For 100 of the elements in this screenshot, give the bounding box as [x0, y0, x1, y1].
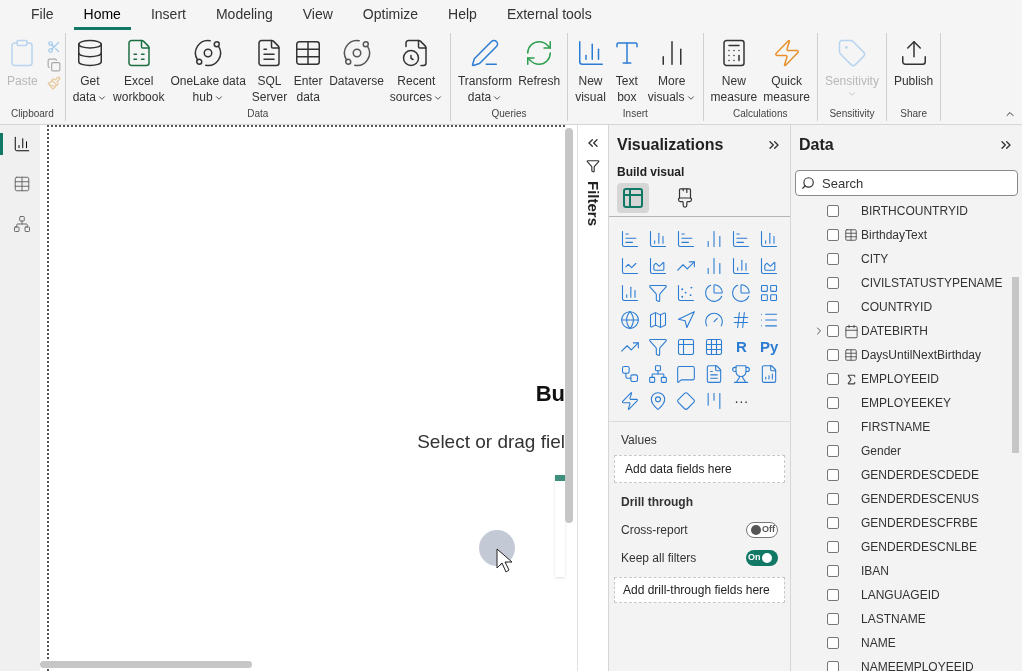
field-checkbox[interactable] — [827, 589, 839, 601]
menu-tab[interactable]: Optimize — [352, 0, 429, 30]
ribbon-button[interactable]: Text box — [608, 38, 645, 105]
ribbon-button[interactable]: Quick measure — [760, 38, 813, 105]
field-checkbox[interactable] — [827, 565, 839, 577]
field-name[interactable]: BIRTHCOUNTRYID — [861, 202, 968, 220]
field-checkbox[interactable] — [827, 445, 839, 457]
field-name[interactable]: COUNTRYID — [861, 298, 933, 316]
field-checkbox[interactable] — [827, 397, 839, 409]
ribbon-button[interactable]: SQL Server — [248, 38, 291, 105]
field-name[interactable]: LANGUAGEID — [861, 586, 940, 604]
field-name[interactable]: CITY — [861, 250, 889, 268]
ribbon-button[interactable]: Transform data — [454, 38, 516, 105]
ribbon-button[interactable]: OneLake data hub — [167, 38, 249, 105]
visual-type-button[interactable]: Py — [755, 335, 784, 359]
field-name[interactable]: IBAN — [861, 562, 889, 580]
filter-icon — [647, 337, 668, 357]
line-chart-icon — [620, 256, 640, 276]
ribbon-button[interactable]: Recent sources — [386, 38, 446, 105]
toggle-switch[interactable]: On — [746, 550, 778, 566]
menu-tab[interactable]: Modeling — [205, 0, 283, 30]
copy-icon[interactable] — [46, 58, 61, 72]
model-icon — [12, 215, 31, 233]
grid-icon — [759, 283, 780, 303]
field-name[interactable]: GENDERDESCDEDE — [861, 466, 980, 484]
field-name[interactable]: GENDERDESCFRBE — [861, 514, 978, 532]
field-checkbox[interactable] — [827, 205, 839, 217]
field-name[interactable]: EMPLOYEEKEY — [861, 394, 952, 412]
vertical-scrollbar[interactable] — [1012, 277, 1019, 453]
ribbon-button[interactable]: More visuals — [644, 38, 699, 105]
menu-tab[interactable]: Help — [438, 0, 487, 30]
field-checkbox[interactable] — [827, 349, 839, 361]
group-label: Sensitivity — [828, 107, 876, 121]
group-label: Share — [899, 107, 928, 121]
calculated-column-icon — [844, 348, 858, 362]
field-name[interactable]: GENDERDESCENUS — [861, 490, 980, 508]
ribbon-button[interactable]: Excel workbook — [110, 38, 168, 105]
column-chart-icon — [647, 229, 668, 249]
column-chart-icon — [620, 283, 640, 303]
field-checkbox[interactable] — [827, 421, 839, 433]
field-checkbox[interactable] — [827, 517, 839, 529]
field-checkbox[interactable] — [827, 541, 839, 553]
field-checkbox[interactable] — [827, 493, 839, 505]
more-button[interactable]: ··· — [727, 389, 756, 413]
field-name[interactable]: BirthdayText — [861, 226, 928, 244]
funnel-icon — [647, 283, 668, 303]
group-label: Clipboard — [9, 107, 55, 121]
drop-field[interactable]: Add data fields here — [614, 455, 785, 483]
ribbon-button[interactable]: Publish — [890, 38, 937, 89]
visual-type-button[interactable]: R — [727, 335, 756, 359]
table-icon — [12, 175, 31, 193]
filter-icon[interactable] — [586, 159, 600, 173]
field-checkbox[interactable] — [827, 229, 839, 241]
section-label: Build visual — [616, 164, 686, 181]
menu-tab[interactable]: File — [21, 0, 64, 30]
field-checkbox[interactable] — [827, 469, 839, 481]
field-name[interactable]: GENDERDESCNLBE — [861, 538, 978, 556]
field-checkbox[interactable] — [827, 325, 839, 337]
navigation-icon — [675, 310, 696, 330]
toggle-switch[interactable]: Off — [746, 522, 778, 538]
field-checkbox[interactable] — [827, 301, 839, 313]
field-name[interactable]: EMPLOYEEID — [861, 370, 940, 388]
ribbon-button[interactable]: New measure — [707, 38, 761, 105]
pane-title: Data — [799, 135, 834, 155]
horizontal-scrollbar[interactable] — [40, 661, 252, 668]
field-name[interactable]: CIVILSTATUSTYPENAME — [861, 274, 1003, 292]
menu-tab[interactable]: View — [292, 0, 343, 30]
calendar-icon — [843, 323, 859, 339]
field-name[interactable]: NAMEEMPLOYEEID — [861, 658, 974, 671]
menu-tab[interactable]: Insert — [140, 0, 196, 30]
menu-tab[interactable]: External tools — [496, 0, 602, 30]
field-checkbox[interactable] — [827, 661, 839, 671]
chart-icon — [12, 135, 31, 153]
area-chart-icon — [647, 256, 668, 276]
field-name[interactable]: Gender — [861, 442, 902, 460]
drop-field[interactable]: Add drill-through fields here — [614, 577, 785, 603]
field-name[interactable]: NAME — [861, 634, 896, 652]
ribbon-button[interactable]: New visual — [572, 38, 609, 105]
field-checkbox[interactable] — [827, 253, 839, 265]
group-label: Queries — [490, 107, 528, 121]
filters-pane-tab[interactable]: Filters — [581, 181, 605, 226]
well-label: Values — [620, 432, 658, 449]
field-name[interactable]: FIRSTNAME — [861, 418, 931, 436]
search-field[interactable]: Search — [795, 170, 1018, 196]
vertical-scrollbar[interactable] — [565, 128, 573, 523]
ribbon-button[interactable]: Refresh — [515, 38, 564, 89]
field-checkbox[interactable] — [827, 373, 839, 385]
field-name[interactable]: DATEBIRTH — [861, 322, 928, 340]
field-name[interactable]: LASTNAME — [861, 610, 926, 628]
field-checkbox[interactable] — [827, 613, 839, 625]
ribbon-button[interactable]: Dataverse — [326, 38, 387, 89]
field-checkbox[interactable] — [827, 277, 839, 289]
scatter-chart-icon — [675, 283, 696, 303]
ribbon-button[interactable]: Enter data — [290, 38, 327, 105]
field-checkbox[interactable] — [827, 637, 839, 649]
bar-chart-icon — [620, 229, 640, 249]
ribbon-button[interactable]: Get data — [69, 38, 111, 105]
field-name[interactable]: DaysUntilNextBirthday — [861, 346, 982, 364]
fields-icon — [621, 186, 645, 210]
group-label: Data — [246, 107, 270, 121]
